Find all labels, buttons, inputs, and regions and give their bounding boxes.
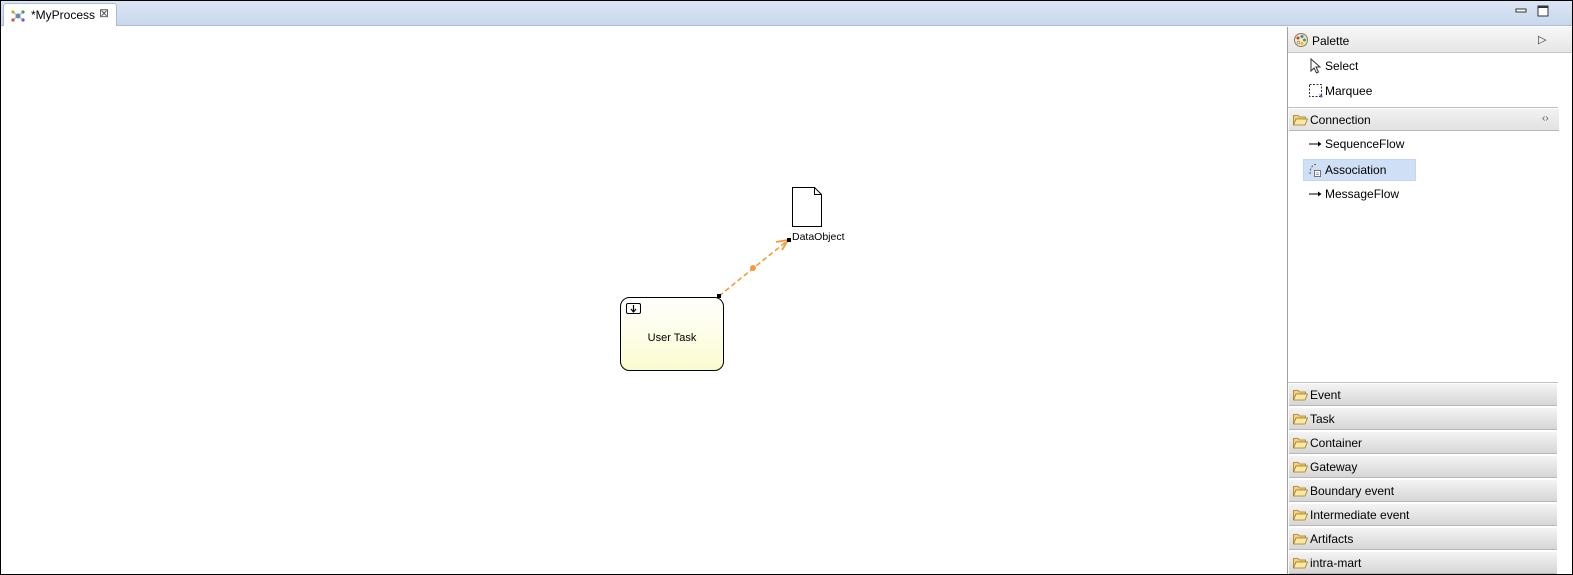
tool-label: SequenceFlow <box>1325 137 1405 151</box>
folder-icon <box>1293 414 1308 425</box>
drawer-label: Task <box>1310 412 1335 426</box>
drawer-container[interactable]: Container <box>1289 432 1557 454</box>
drawer-artifacts[interactable]: Artifacts <box>1289 528 1557 550</box>
drawer-event[interactable]: Event <box>1289 384 1557 406</box>
palette-panel: Palette ▷ Select Marquee Connection ‹› S… <box>1287 27 1572 574</box>
drawer-label: Artifacts <box>1310 532 1354 546</box>
folder-icon <box>1293 510 1308 521</box>
drawer-intra-mart[interactable]: intra-mart <box>1289 552 1557 574</box>
connection-target-handle[interactable] <box>787 238 791 242</box>
connection-midpoint-handle[interactable] <box>750 265 756 271</box>
drawer-label: intra-mart <box>1310 556 1362 570</box>
folder-icon <box>1293 486 1308 497</box>
drawer-task[interactable]: Task <box>1289 408 1557 430</box>
folder-icon <box>1293 558 1308 569</box>
palette-icon <box>1294 33 1308 47</box>
palette-header: Palette ▷ <box>1288 27 1572 53</box>
diagram-canvas[interactable]: User Task DataObject <box>1 27 1287 574</box>
connection-source-handle[interactable] <box>717 294 721 298</box>
marquee-icon <box>1309 84 1323 98</box>
data-object-node[interactable]: DataObject <box>792 187 845 244</box>
folder-icon <box>1293 390 1308 401</box>
tab-title: *MyProcess <box>31 8 96 22</box>
tool-messageflow[interactable]: MessageFlow <box>1303 183 1418 205</box>
tool-label: Association <box>1325 163 1387 177</box>
drawer-boundary-event[interactable]: Boundary event <box>1289 480 1557 502</box>
association-connection[interactable] <box>717 238 791 298</box>
arrow-right-icon <box>1309 141 1322 147</box>
tool-marquee[interactable]: Marquee <box>1303 80 1418 102</box>
diagram-svg: User Task DataObject <box>620 187 845 371</box>
tool-association[interactable]: Association <box>1303 159 1416 181</box>
palette-separator <box>1288 107 1558 108</box>
tab-myprocess[interactable]: *MyProcess ⊠ <box>3 3 117 26</box>
drawer-label: Intermediate event <box>1310 508 1410 522</box>
tool-label: MessageFlow <box>1325 187 1400 201</box>
pin-icon[interactable]: ‹› <box>1542 113 1549 124</box>
minimize-icon[interactable] <box>1514 4 1528 18</box>
association-icon <box>1309 163 1321 177</box>
maximize-icon[interactable] <box>1536 4 1550 18</box>
data-object-label: DataObject <box>792 231 845 243</box>
palette-separator <box>1288 382 1558 383</box>
drawer-gateway[interactable]: Gateway <box>1289 456 1557 478</box>
tool-select[interactable]: Select <box>1303 55 1418 77</box>
close-icon[interactable]: ⊠ <box>99 6 109 20</box>
folder-icon <box>1293 438 1308 449</box>
folder-open-icon <box>1293 115 1308 126</box>
drawer-intermediate-event[interactable]: Intermediate event <box>1289 504 1557 526</box>
user-task-node[interactable]: User Task <box>620 297 724 371</box>
arrow-pointer-icon <box>1310 58 1322 74</box>
tool-label: Marquee <box>1325 84 1373 98</box>
collapse-palette-icon[interactable]: ▷ <box>1538 33 1546 46</box>
drawer-label: Event <box>1310 388 1341 402</box>
editor-tab-bar: *MyProcess ⊠ <box>1 1 1572 26</box>
arrow-right-icon <box>1309 191 1322 197</box>
user-task-label: User Task <box>648 332 697 344</box>
folder-icon <box>1293 534 1308 545</box>
drawer-label: Container <box>1310 436 1363 450</box>
drawer-label: Boundary event <box>1310 484 1395 498</box>
tool-sequenceflow[interactable]: SequenceFlow <box>1303 133 1418 155</box>
editor-window: *MyProcess ⊠ User Task DataObject Palett… <box>0 0 1573 575</box>
tool-label: Select <box>1325 59 1359 73</box>
drawer-connection[interactable]: Connection ‹› <box>1289 109 1559 131</box>
bpmn-process-icon <box>11 10 25 22</box>
drawer-label: Connection <box>1310 113 1371 127</box>
palette-title: Palette <box>1312 34 1350 48</box>
folder-icon <box>1293 462 1308 473</box>
drawer-label: Gateway <box>1310 460 1358 474</box>
user-task-icon <box>626 303 641 314</box>
